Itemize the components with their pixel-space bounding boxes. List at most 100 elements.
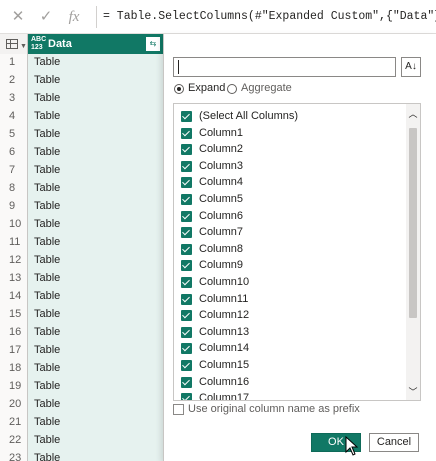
column-item[interactable]: Column5	[174, 191, 406, 208]
table-row[interactable]: 13 Table	[0, 270, 163, 288]
checkbox-checked[interactable]	[181, 260, 192, 272]
column-header-data[interactable]: ABC 123 Data ⇆	[28, 34, 163, 54]
row-number[interactable]: 19	[0, 378, 28, 396]
table-row[interactable]: 4 Table	[0, 108, 163, 126]
checkbox-checked[interactable]	[181, 160, 192, 172]
checkbox-checked[interactable]	[181, 111, 192, 122]
checkbox-checked[interactable]	[181, 127, 192, 139]
table-row[interactable]: 12 Table	[0, 252, 163, 270]
row-number[interactable]: 20	[0, 396, 28, 414]
table-cell[interactable]: Table	[28, 414, 163, 432]
radio-expand-label[interactable]: Expand	[188, 82, 225, 94]
table-cell[interactable]: Table	[28, 162, 163, 180]
table-cell[interactable]: Table	[28, 324, 163, 342]
checkbox-checked[interactable]	[181, 326, 192, 338]
column-item[interactable]: Column1	[174, 125, 406, 142]
chevron-up-icon[interactable]: ︿	[406, 106, 420, 122]
row-number[interactable]: 23	[0, 450, 28, 461]
table-menu-button[interactable]: ▼	[0, 34, 28, 54]
checkbox-checked[interactable]	[181, 293, 192, 305]
column-item[interactable]: Column6	[174, 208, 406, 225]
table-cell[interactable]: Table	[28, 144, 163, 162]
table-cell[interactable]: Table	[28, 90, 163, 108]
row-number[interactable]: 18	[0, 360, 28, 378]
row-number[interactable]: 14	[0, 288, 28, 306]
scrollbar[interactable]: ︿ ﹀	[406, 104, 420, 400]
formula-text[interactable]: = Table.SelectColumns(#"Expanded Custom"…	[103, 10, 436, 23]
table-cell[interactable]: Table	[28, 234, 163, 252]
table-cell[interactable]: Table	[28, 396, 163, 414]
row-number[interactable]: 11	[0, 234, 28, 252]
column-item[interactable]: Column14	[174, 340, 406, 357]
table-cell[interactable]: Table	[28, 432, 163, 450]
checkbox-checked[interactable]	[181, 194, 192, 205]
table-cell[interactable]: Table	[28, 198, 163, 216]
column-item[interactable]: Column12	[174, 307, 406, 324]
table-row[interactable]: 22 Table	[0, 432, 163, 450]
prefix-label[interactable]: Use original column name as prefix	[188, 403, 360, 415]
column-item[interactable]: Column10	[174, 274, 406, 291]
table-row[interactable]: 21 Table	[0, 414, 163, 432]
checkbox-checked[interactable]	[181, 343, 192, 355]
radio-expand[interactable]	[174, 84, 184, 94]
search-input[interactable]	[173, 57, 396, 77]
table-cell[interactable]: Table	[28, 270, 163, 288]
table-cell[interactable]: Table	[28, 306, 163, 324]
table-cell[interactable]: Table	[28, 252, 163, 270]
table-row[interactable]: 20 Table	[0, 396, 163, 414]
column-item[interactable]: Column9	[174, 257, 406, 274]
prefix-checkbox[interactable]	[173, 404, 184, 415]
table-row[interactable]: 7 Table	[0, 162, 163, 180]
table-cell[interactable]: Table	[28, 360, 163, 378]
table-cell[interactable]: Table	[28, 54, 163, 72]
table-row[interactable]: 19 Table	[0, 378, 163, 396]
table-cell[interactable]: Table	[28, 450, 163, 461]
row-number[interactable]: 13	[0, 270, 28, 288]
row-number[interactable]: 15	[0, 306, 28, 324]
row-number[interactable]: 8	[0, 180, 28, 198]
table-row[interactable]: 2 Table	[0, 72, 163, 90]
column-item[interactable]: Column11	[174, 291, 406, 308]
chevron-down-icon[interactable]: ﹀	[406, 384, 420, 400]
checkbox-checked[interactable]	[181, 144, 192, 156]
table-cell[interactable]: Table	[28, 342, 163, 360]
table-row[interactable]: 10 Table	[0, 216, 163, 234]
table-row[interactable]: 17 Table	[0, 342, 163, 360]
column-item[interactable]: Column17	[174, 390, 406, 400]
column-item[interactable]: Column8	[174, 241, 406, 258]
table-row[interactable]: 11 Table	[0, 234, 163, 252]
checkbox-checked[interactable]	[181, 177, 192, 189]
checkbox-checked[interactable]	[181, 360, 192, 371]
column-item[interactable]: Column13	[174, 324, 406, 341]
column-item[interactable]: Column15	[174, 357, 406, 374]
check-icon[interactable]: ✓	[36, 7, 56, 27]
row-number[interactable]: 22	[0, 432, 28, 450]
scroll-thumb[interactable]	[409, 128, 417, 318]
row-number[interactable]: 2	[0, 72, 28, 90]
select-all-item[interactable]: (Select All Columns)	[174, 108, 406, 125]
table-row[interactable]: 3 Table	[0, 90, 163, 108]
checkbox-checked[interactable]	[181, 243, 192, 255]
row-number[interactable]: 12	[0, 252, 28, 270]
table-cell[interactable]: Table	[28, 180, 163, 198]
checkbox-checked[interactable]	[181, 393, 192, 400]
row-number[interactable]: 17	[0, 342, 28, 360]
table-row[interactable]: 9 Table	[0, 198, 163, 216]
table-cell[interactable]: Table	[28, 126, 163, 144]
row-number[interactable]: 9	[0, 198, 28, 216]
fx-icon[interactable]: fx	[64, 7, 84, 27]
checkbox-checked[interactable]	[181, 310, 192, 322]
column-list[interactable]: (Select All Columns) Column1 Column2 Column…	[173, 103, 421, 401]
table-row[interactable]: 18 Table	[0, 360, 163, 378]
table-cell[interactable]: Table	[28, 108, 163, 126]
row-number[interactable]: 6	[0, 144, 28, 162]
row-number[interactable]: 7	[0, 162, 28, 180]
table-row[interactable]: 16 Table	[0, 324, 163, 342]
row-number[interactable]: 1	[0, 54, 28, 72]
table-row[interactable]: 15 Table	[0, 306, 163, 324]
radio-aggregate-label[interactable]: Aggregate	[241, 82, 292, 94]
column-item[interactable]: Column16	[174, 374, 406, 391]
column-item[interactable]: Column2	[174, 141, 406, 158]
checkbox-checked[interactable]	[181, 277, 192, 288]
table-cell[interactable]: Table	[28, 216, 163, 234]
